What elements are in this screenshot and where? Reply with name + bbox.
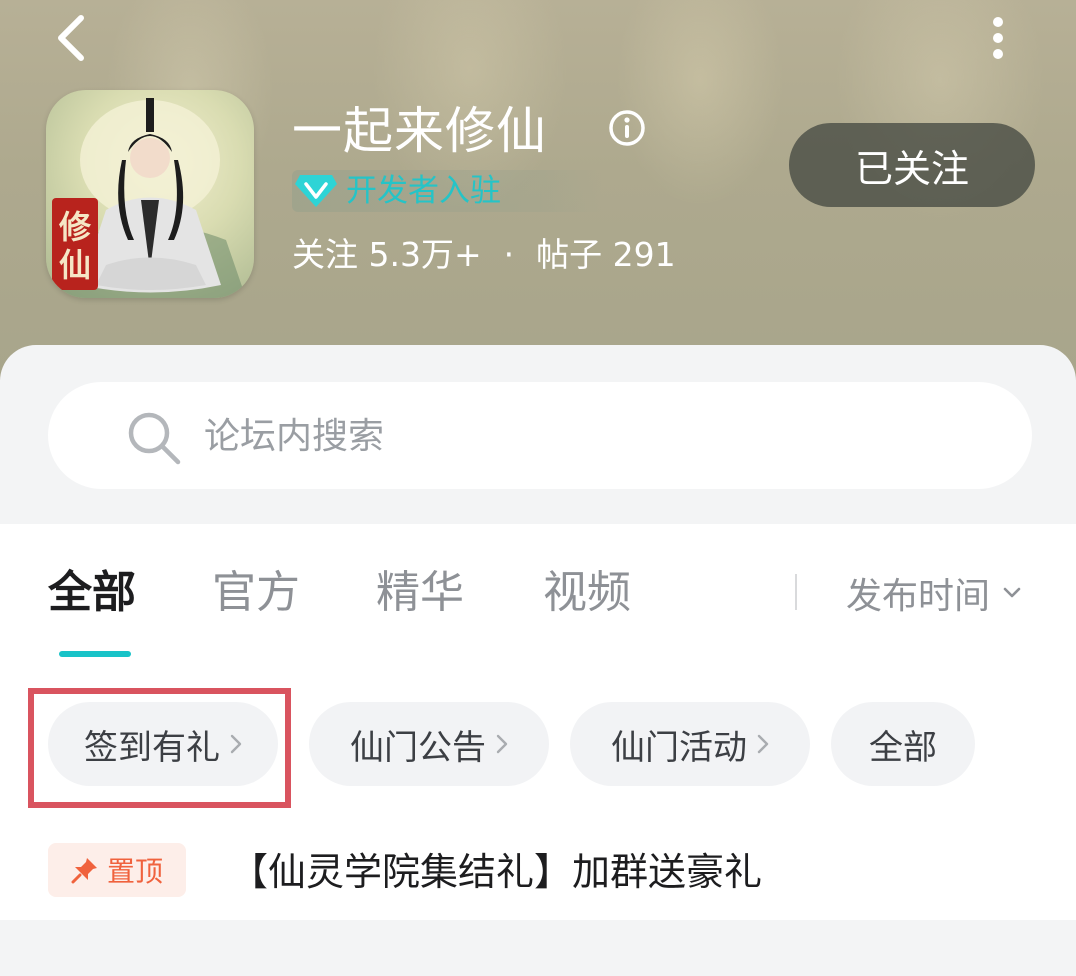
chip-all[interactable]: 全部 xyxy=(831,702,975,786)
chip-label: 全部 xyxy=(869,727,937,768)
pinned-post-title[interactable]: 【仙灵学院集结礼】加群送豪礼 xyxy=(230,844,762,900)
sort-label: 发布时间 xyxy=(846,576,991,617)
tab-all[interactable]: 全部 xyxy=(48,560,136,626)
info-icon[interactable] xyxy=(608,109,646,147)
sort-dropdown[interactable]: 发布时间 xyxy=(846,566,1022,620)
pinned-label: 置顶 xyxy=(106,855,163,888)
chevron-left-icon xyxy=(58,15,84,61)
more-vertical-icon xyxy=(993,17,1003,59)
chip-sect-events[interactable]: 仙门活动 xyxy=(570,702,810,786)
posts-count: 帖子 291 xyxy=(536,235,676,274)
tab-divider xyxy=(795,574,797,610)
search-icon xyxy=(128,412,181,465)
list-separator xyxy=(0,920,1076,976)
chip-label: 签到有礼 xyxy=(84,727,220,768)
app-icon: 修 仙 xyxy=(46,90,254,298)
stats-separator: · xyxy=(503,235,515,274)
forum-stats: 关注 5.3万+ · 帖子 291 xyxy=(292,232,676,278)
search-bar[interactable] xyxy=(48,382,1032,489)
followers-count: 关注 5.3万+ xyxy=(292,235,482,274)
forum-title: 一起来修仙 xyxy=(292,102,547,160)
pinned-badge: 置顶 xyxy=(48,843,186,897)
forum-header: 修 仙 一起来修仙 开发者入驻 关注 5.3万+ · 帖子 291 已关注 xyxy=(0,0,1076,380)
active-tab-indicator xyxy=(59,651,131,657)
cultivator-figure-image: 修 仙 xyxy=(52,98,246,298)
more-button[interactable] xyxy=(978,10,1018,66)
developer-badge[interactable]: 开发者入驻 xyxy=(292,170,602,212)
app-icon-glyph-1: 修 xyxy=(58,208,92,246)
tab-official[interactable]: 官方 xyxy=(212,560,300,626)
chip-label: 仙门公告 xyxy=(350,727,486,768)
chip-label: 仙门活动 xyxy=(611,727,747,768)
chevron-right-icon xyxy=(757,734,769,754)
app-icon-glyph-2: 仙 xyxy=(59,246,91,284)
diamond-icon xyxy=(295,175,337,207)
tab-featured[interactable]: 精华 xyxy=(376,560,464,626)
search-input[interactable] xyxy=(204,404,984,468)
chevron-down-icon xyxy=(1003,587,1021,598)
chevron-right-icon xyxy=(230,734,242,754)
follow-button[interactable]: 已关注 xyxy=(789,123,1035,207)
chevron-right-icon xyxy=(496,734,508,754)
tab-video[interactable]: 视频 xyxy=(543,560,631,626)
pin-icon xyxy=(71,858,97,884)
chip-sect-announcements[interactable]: 仙门公告 xyxy=(309,702,549,786)
developer-badge-label: 开发者入驻 xyxy=(346,173,501,209)
chip-checkin-rewards[interactable]: 签到有礼 xyxy=(48,702,278,786)
back-button[interactable] xyxy=(44,10,96,66)
